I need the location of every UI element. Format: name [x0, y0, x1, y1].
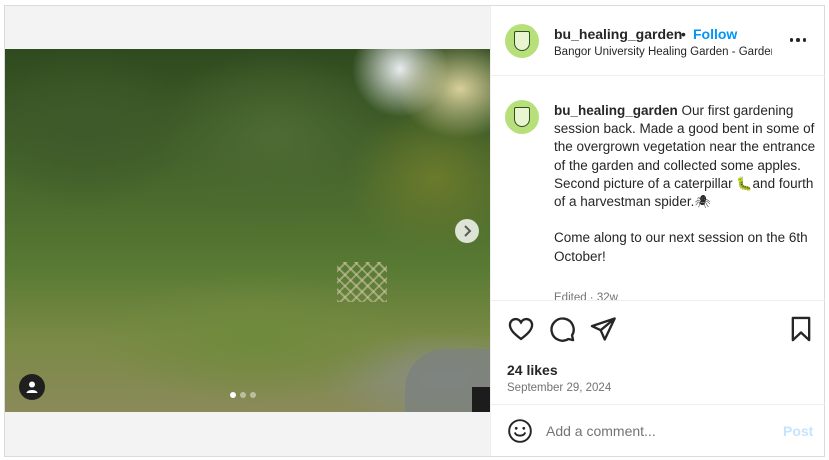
- post-modal: bu_healing_garden • Follow Bangor Univer…: [4, 5, 825, 457]
- avatar[interactable]: [505, 24, 539, 58]
- follow-button[interactable]: Follow: [693, 26, 737, 42]
- likes-count[interactable]: 24 likes: [507, 362, 558, 378]
- carousel-dot: [240, 392, 246, 398]
- carousel-dots: [230, 392, 256, 398]
- carousel-dot: [250, 392, 256, 398]
- comment-bar: Post: [491, 404, 825, 456]
- emoji-button[interactable]: [507, 418, 533, 444]
- next-image-button[interactable]: [455, 219, 479, 243]
- caption-text: Come along to our next session on the 6t…: [554, 230, 808, 264]
- more-options-button[interactable]: [786, 30, 810, 50]
- like-button[interactable]: [507, 315, 535, 343]
- user-tag-button[interactable]: [19, 374, 45, 400]
- caption-username[interactable]: bu_healing_garden: [554, 103, 678, 118]
- share-button[interactable]: [589, 315, 617, 343]
- chevron-right-icon: [464, 225, 472, 237]
- comment-input[interactable]: [546, 419, 771, 443]
- more-options-icon-dot: [802, 38, 807, 42]
- separator-dot: •: [681, 26, 686, 42]
- username-link[interactable]: bu_healing_garden: [554, 26, 682, 42]
- crest-icon: [514, 31, 530, 51]
- more-options-icon-dot: [789, 38, 794, 42]
- trellis-lattice: [337, 262, 387, 302]
- comment-button[interactable]: [548, 315, 576, 343]
- comment-bubble-icon: [550, 317, 575, 342]
- caterpillar-emoji: 🐛: [736, 175, 753, 191]
- crest-icon: [514, 107, 530, 127]
- post-header: bu_healing_garden • Follow Bangor Univer…: [491, 6, 825, 76]
- bookmark-icon: [791, 316, 811, 342]
- user-tag-icon: [26, 381, 38, 393]
- media-panel: [5, 6, 490, 456]
- caption-avatar[interactable]: [505, 100, 539, 134]
- caption-section: bu_healing_garden Our first gardening se…: [491, 76, 825, 300]
- more-options-icon-dot: [796, 38, 800, 42]
- save-button[interactable]: [787, 315, 815, 343]
- post-side-panel: bu_healing_garden • Follow Bangor Univer…: [490, 6, 825, 456]
- spider-emoji: 🕷: [694, 194, 711, 210]
- post-date[interactable]: September 29, 2024: [507, 382, 611, 394]
- account-subtitle[interactable]: Bangor University Healing Garden - Garde…: [554, 46, 772, 58]
- post-caption: bu_healing_garden Our first gardening se…: [554, 102, 816, 266]
- caption-text: Second picture of a caterpillar: [554, 175, 737, 191]
- carousel-dot-active: [230, 392, 236, 398]
- paper-plane-icon: [590, 317, 616, 341]
- post-photo: [5, 49, 490, 412]
- garden-bin: [472, 387, 490, 412]
- action-bar: 24 likes September 29, 2024: [491, 300, 825, 410]
- smiley-icon: [508, 419, 532, 443]
- edited-timestamp: Edited · 32w: [554, 292, 618, 300]
- heart-icon: [508, 317, 534, 341]
- post-comment-button[interactable]: Post: [783, 423, 813, 439]
